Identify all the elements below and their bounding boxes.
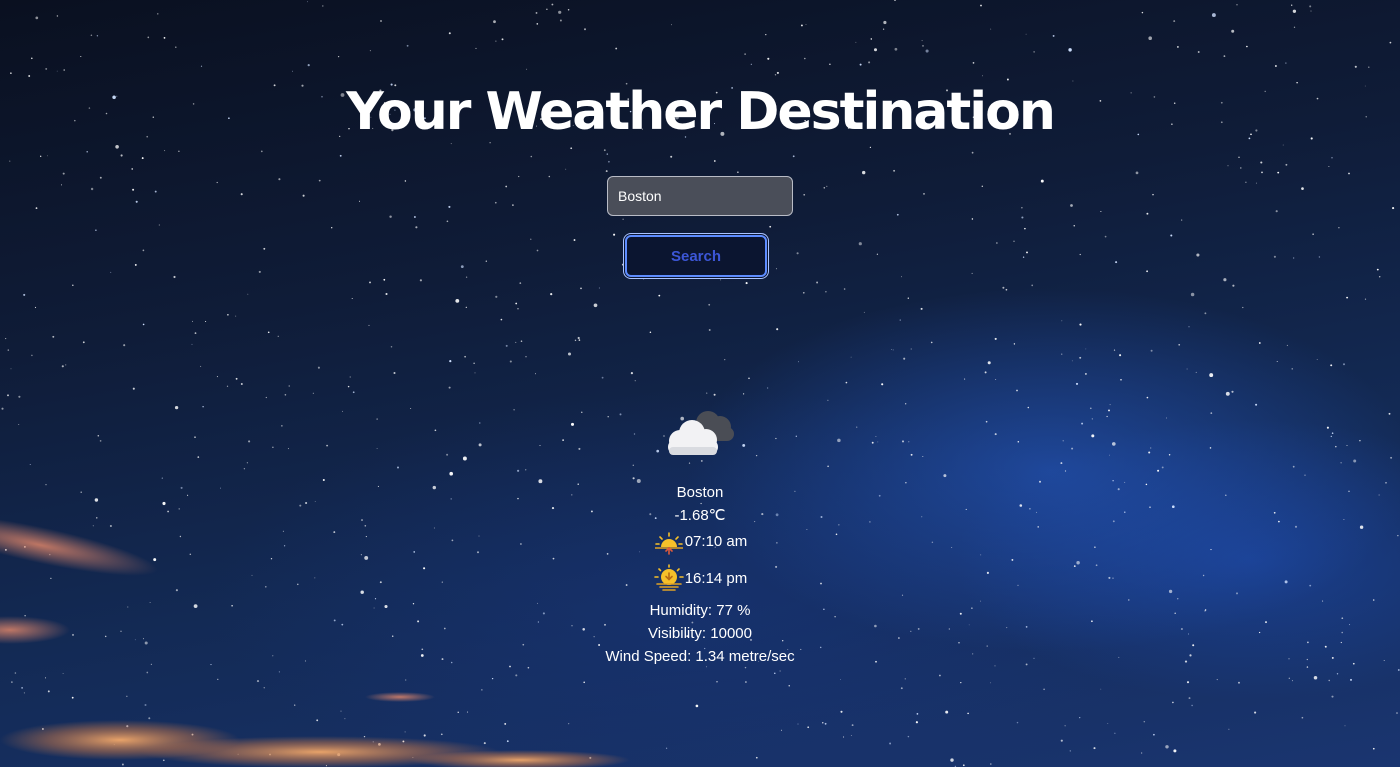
weather-details: Boston -1.68℃ 07:10 am 16:14 pm Humidity… — [0, 481, 1400, 668]
cloud-icon — [668, 411, 734, 455]
sunrise-row: 07:10 am — [0, 527, 1400, 562]
page-title: Your Weather Destination — [346, 82, 1056, 142]
sunrise-time: 07:10 am — [684, 532, 748, 550]
temperature: -1.68℃ — [674, 507, 726, 524]
humidity: Humidity: 77 % — [649, 602, 751, 619]
sunset-icon — [653, 564, 684, 591]
sunrise-icon — [654, 532, 683, 555]
sunset-row: 16:14 pm — [0, 564, 1400, 599]
city-name: Boston — [676, 484, 724, 501]
wind-speed: Wind Speed: 1.34 metre/sec — [605, 648, 795, 665]
visibility: Visibility: 10000 — [648, 625, 752, 642]
sunset-time: 16:14 pm — [684, 569, 748, 587]
page-content: Your Weather Destination Search Boston -… — [0, 0, 1400, 767]
search-button[interactable]: Search — [625, 235, 767, 277]
city-search-input[interactable] — [607, 176, 793, 216]
